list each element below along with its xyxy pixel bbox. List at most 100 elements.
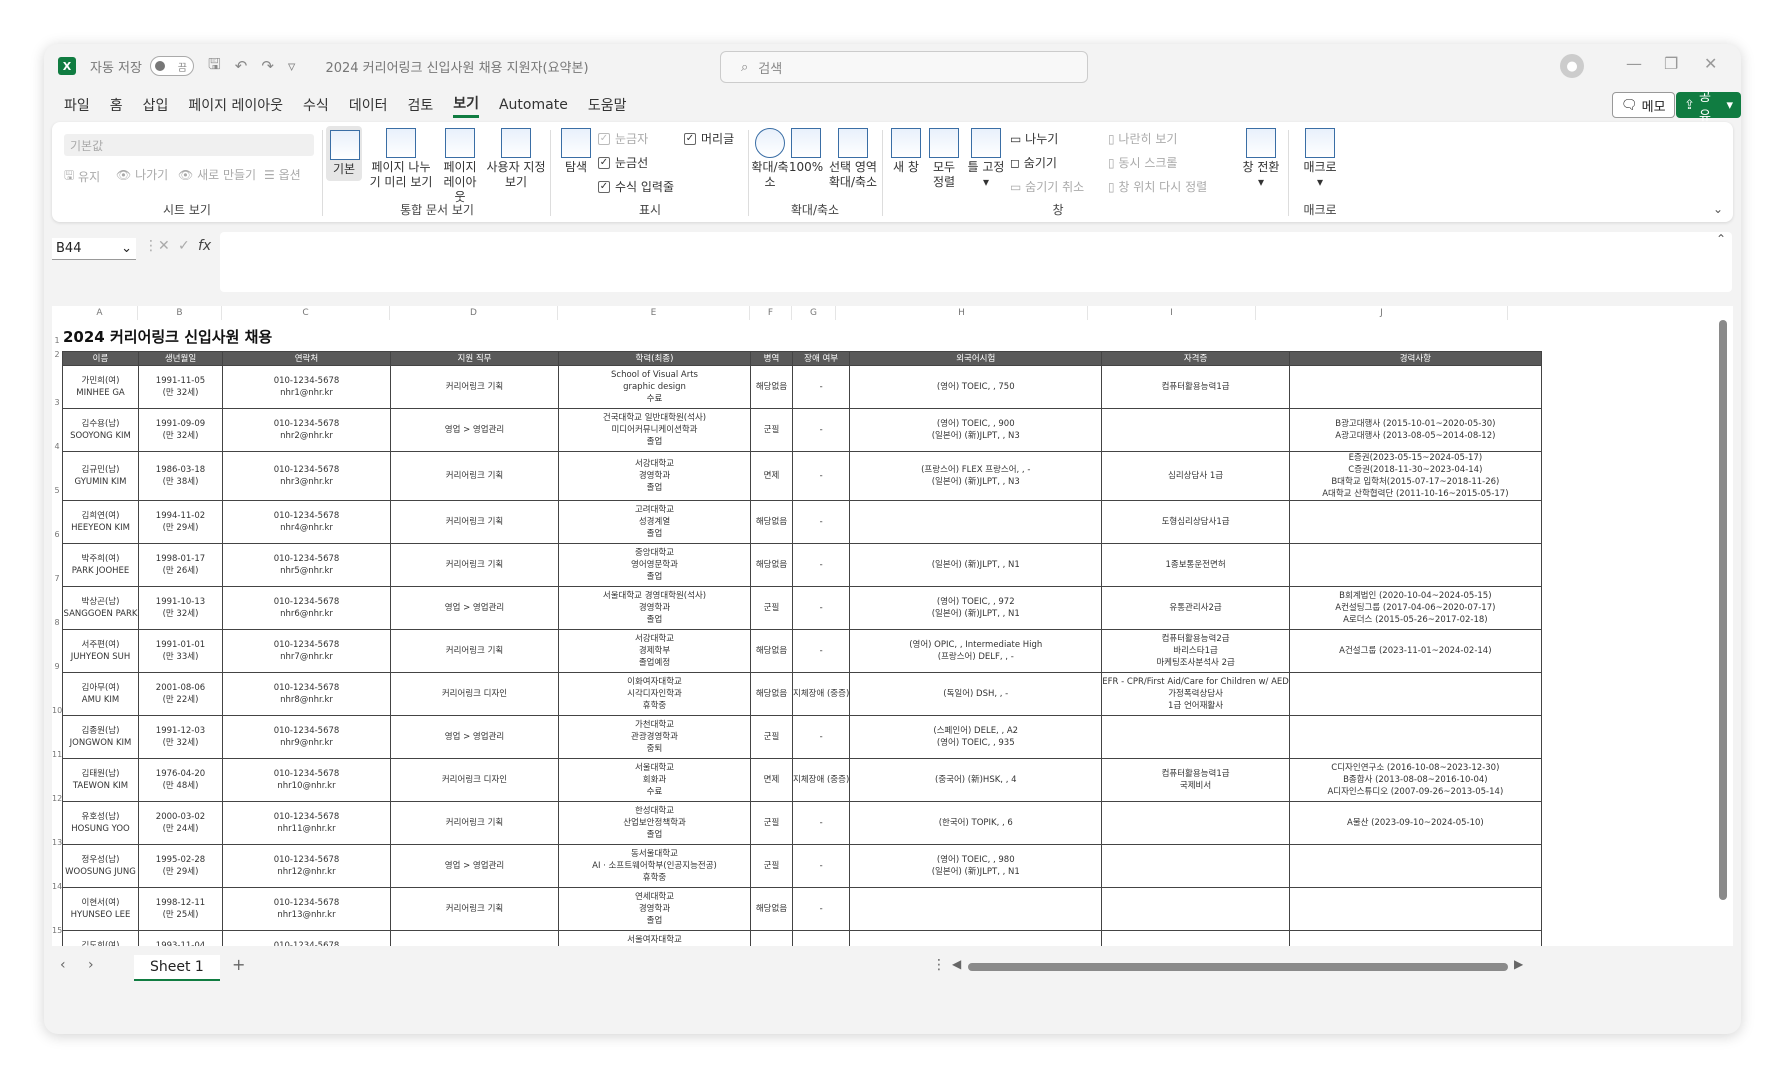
keep-button[interactable]: 🖫 유지	[64, 166, 100, 187]
table-cell[interactable]: -	[791, 801, 851, 845]
column-header-f[interactable]: F	[750, 306, 792, 320]
table-cell[interactable]: 1991-01-01 (만 33세)	[138, 629, 223, 673]
tab-formulas[interactable]: 수식	[303, 95, 329, 115]
header-cell[interactable]: 지원 직무	[390, 351, 559, 366]
exit-button[interactable]: 👁 나가기	[116, 166, 168, 183]
row-header[interactable]: 4	[52, 442, 62, 451]
column-header-i[interactable]: I	[1088, 306, 1256, 320]
header-cell[interactable]: 병역	[750, 351, 793, 366]
table-cell[interactable]	[849, 500, 1103, 544]
column-header-g[interactable]: G	[792, 306, 836, 320]
table-cell[interactable]	[1101, 844, 1290, 888]
save-icon[interactable]: 🖫	[208, 54, 221, 79]
table-cell[interactable]: B광고대행사 (2015-10-01~2020-05-30) A광고대행사 (20…	[1288, 408, 1542, 452]
column-header-d[interactable]: D	[390, 306, 558, 320]
vertical-scrollbar[interactable]	[1719, 320, 1727, 900]
share-button[interactable]: ⇪ 공유 ▾	[1676, 90, 1741, 124]
collapse-ribbon-icon[interactable]: ⌄	[1713, 202, 1723, 216]
table-cell[interactable]	[1288, 365, 1542, 409]
switch-window-button[interactable]: 창 전환 ▾	[1238, 128, 1284, 190]
column-header-j[interactable]: J	[1256, 306, 1508, 320]
table-cell[interactable]: 해당없음	[750, 629, 793, 673]
table-cell[interactable]	[1101, 801, 1290, 845]
maximize-icon[interactable]: ❐	[1664, 54, 1678, 73]
column-header-c[interactable]: C	[222, 306, 390, 320]
table-cell[interactable]: 김아무(여) AMU KIM	[62, 672, 139, 716]
table-cell[interactable]: 해당없음	[750, 543, 793, 587]
table-cell[interactable]	[849, 887, 1103, 931]
table-cell[interactable]: 1991-12-03 (만 32세)	[138, 715, 223, 759]
table-cell[interactable]: (프랑스어) FLEX 프랑스어, , - (일본어) (新)JLPT, , N3	[849, 451, 1103, 501]
table-cell[interactable]: (한국어) TOPIK, , 6	[849, 801, 1103, 845]
table-cell[interactable]: 서강대학교 경영학과 졸업	[558, 451, 751, 501]
table-cell[interactable]	[1288, 887, 1542, 931]
table-cell[interactable]: 1991-11-05 (만 32세)	[138, 365, 223, 409]
header-cell[interactable]: 자격증	[1101, 351, 1290, 366]
table-cell[interactable]: 커리어링크 기획	[390, 801, 559, 845]
header-cell[interactable]: 외국어시험	[849, 351, 1103, 366]
table-cell[interactable]: 건국대학교 일반대학원(석사) 미디어커뮤니케이션학과 졸업	[558, 408, 751, 452]
tab-view[interactable]: 보기	[453, 93, 479, 118]
table-cell[interactable]: 박주희(여) PARK JOOHEE	[62, 543, 139, 587]
table-cell[interactable]: 고려대학교 성경계열 졸업	[558, 500, 751, 544]
table-cell[interactable]: -	[791, 500, 851, 544]
table-cell[interactable]: 이현서(여) HYUNSEO LEE	[62, 887, 139, 931]
search-box[interactable]: ⌕ 검색	[720, 51, 1088, 83]
tab-page-layout[interactable]: 페이지 레이아웃	[188, 95, 283, 115]
table-cell[interactable]: -	[791, 844, 851, 888]
table-cell[interactable]: 한성대학교 산업보안정책학과 졸업	[558, 801, 751, 845]
cancel-icon[interactable]: ✕	[158, 238, 170, 254]
more-icon[interactable]: ⋮	[932, 957, 946, 973]
table-cell[interactable]: (영어) TOEIC, , 850	[849, 930, 1103, 946]
table-cell[interactable]: 1995-02-28 (만 29세)	[138, 844, 223, 888]
table-cell[interactable]: E증권(2023-05-15~2024-05-17) C증권(2018-11-30…	[1288, 451, 1542, 501]
tab-automate[interactable]: Automate	[499, 97, 568, 113]
table-cell[interactable]: 010-1234-5678 nhr10@nhr.kr	[222, 758, 391, 802]
table-cell[interactable]: 010-1234-5678nhr14@nhr.kr	[222, 930, 391, 946]
table-cell[interactable]: -	[791, 365, 851, 409]
table-cell[interactable]: 커리어링크 기획	[390, 887, 559, 931]
table-cell[interactable]: -	[791, 629, 851, 673]
header-cell[interactable]: 이름	[62, 351, 139, 366]
table-cell[interactable]: -	[791, 451, 851, 501]
table-cell[interactable]: -	[791, 586, 851, 630]
header-cell[interactable]: 연락처	[222, 351, 391, 366]
zoom-selection-button[interactable]: 선택 영역 확대/축소	[826, 128, 880, 190]
table-cell[interactable]: 해당없음	[750, 887, 793, 931]
table-cell[interactable]: 해당없음	[750, 365, 793, 409]
sheet-view-select[interactable]: 기본값	[64, 134, 314, 156]
table-cell[interactable]: 커리어링크 디자인	[390, 758, 559, 802]
prev-sheet-icon[interactable]: ‹	[60, 957, 66, 973]
table-cell[interactable]: (중국어) (新)HSK, , 4	[849, 758, 1103, 802]
table-cell[interactable]: -	[791, 887, 851, 931]
column-header-e[interactable]: E	[558, 306, 750, 320]
table-cell[interactable]: 커리어링크 기획	[390, 543, 559, 587]
table-cell[interactable]: 1986-03-18 (만 38세)	[138, 451, 223, 501]
table-cell[interactable]: 커리어링크 기획	[390, 500, 559, 544]
row-header[interactable]: 3	[52, 398, 62, 407]
table-cell[interactable]: 1994-11-02 (만 29세)	[138, 500, 223, 544]
table-cell[interactable]: 해당없음	[750, 930, 793, 946]
table-cell[interactable]	[1288, 672, 1542, 716]
table-cell[interactable]: 영업 > 영업관리	[390, 586, 559, 630]
options-button[interactable]: ☰ 옵션	[264, 166, 301, 183]
table-cell[interactable]: -	[791, 543, 851, 587]
row-header[interactable]: 5	[52, 486, 62, 495]
table-cell[interactable]: 지체장애 (중증)	[791, 758, 851, 802]
row-header[interactable]: 1	[52, 336, 62, 345]
header-cell[interactable]: 장애 여부	[791, 351, 851, 366]
minimize-icon[interactable]: —	[1626, 54, 1642, 73]
table-cell[interactable]: 컴퓨터활용능력2급 바리스타1급 마케팅조사분석사 2급	[1101, 629, 1290, 673]
table-cell[interactable]: 김규민(남) GYUMIN KIM	[62, 451, 139, 501]
table-cell[interactable]: 김도희(여)DOHEE KIM	[62, 930, 139, 946]
unhide-button[interactable]: ▭ 숨기기 취소	[1010, 178, 1084, 195]
tab-home[interactable]: 홈	[110, 95, 123, 115]
side-by-side-button[interactable]: ▯ 나란히 보기	[1108, 130, 1177, 147]
table-cell[interactable]: 010-1234-5678 nhr6@nhr.kr	[222, 586, 391, 630]
table-cell[interactable]: 컴퓨터활용능력1급	[1101, 930, 1290, 946]
row-header[interactable]: 2	[52, 350, 62, 359]
table-cell[interactable]: 010-1234-5678 nhr7@nhr.kr	[222, 629, 391, 673]
tab-help[interactable]: 도움말	[588, 95, 627, 115]
table-cell[interactable]	[1288, 930, 1542, 946]
table-cell[interactable]: 김희연(여) HEEYEON KIM	[62, 500, 139, 544]
